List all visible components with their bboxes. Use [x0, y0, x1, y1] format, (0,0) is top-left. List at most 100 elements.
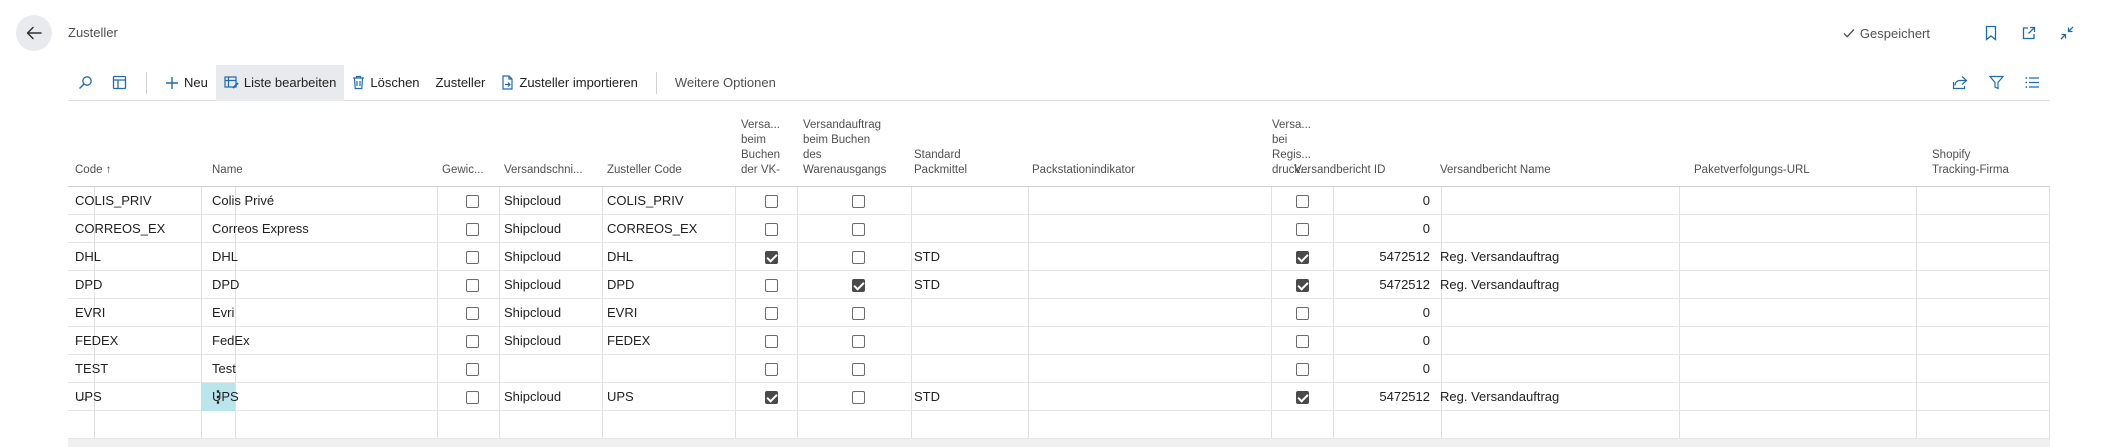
edit-list-button[interactable]: Liste bearbeiten	[215, 64, 345, 101]
weight-checkbox[interactable]	[466, 223, 479, 236]
report-name-cell[interactable]: Reg. Versandauftrag	[1440, 383, 1680, 411]
ship-order-warehouse-checkbox[interactable]	[852, 335, 865, 348]
column-header-code[interactable]: Code ↑	[75, 163, 205, 178]
name-cell[interactable]: Correos Express	[212, 215, 382, 243]
shipping-interface-cell[interactable]: Shipcloud	[504, 299, 602, 327]
report-name-cell[interactable]	[1440, 299, 1680, 327]
code-cell[interactable]: COLIS_PRIV	[75, 187, 205, 215]
report-name-cell[interactable]: Reg. Versandauftrag	[1440, 271, 1680, 299]
carrier-code-cell[interactable]: UPS	[607, 383, 727, 411]
list-view-button[interactable]	[2014, 65, 2050, 101]
carrier-code-cell[interactable]	[607, 355, 727, 383]
name-cell[interactable]: Test	[212, 355, 382, 383]
weight-checkbox[interactable]	[466, 279, 479, 292]
column-header-standard-packaging[interactable]: Standard Packmittel	[914, 148, 1024, 178]
carrier-code-cell[interactable]: CORREOS_EX	[607, 215, 727, 243]
standard-packaging-cell[interactable]	[914, 355, 1024, 383]
shipping-interface-cell[interactable]: Shipcloud	[504, 383, 602, 411]
column-header-ship-order-warehouse[interactable]: Versandauftrag beim Buchen des Warenausgang…	[803, 118, 908, 178]
collapse-button[interactable]	[2056, 22, 2078, 44]
carrier-code-cell[interactable]: FEDEX	[607, 327, 727, 355]
open-new-window-button[interactable]	[2018, 22, 2040, 44]
bookmark-button[interactable]	[1980, 22, 2002, 44]
report-id-cell[interactable]: 0	[1294, 327, 1430, 355]
column-header-report-name[interactable]: Versandbericht Name	[1440, 163, 1680, 178]
carrier-code-cell[interactable]: EVRI	[607, 299, 727, 327]
standard-packaging-cell[interactable]	[914, 187, 1024, 215]
show-factbox-button[interactable]	[102, 65, 136, 101]
code-cell[interactable]: CORREOS_EX	[75, 215, 205, 243]
table-row[interactable]: COLIS_PRIV Colis Privé Shipcloud COLIS_PRIV…	[68, 187, 2050, 215]
column-header-shopify-tracking-company[interactable]: Shopify Tracking-Firma	[1932, 148, 2050, 178]
report-id-cell[interactable]: 0	[1294, 187, 1430, 215]
ship-order-sales-checkbox[interactable]	[765, 279, 778, 292]
shipping-interface-cell[interactable]: Shipcloud	[504, 327, 602, 355]
weight-checkbox[interactable]	[466, 251, 479, 264]
report-id-cell[interactable]: 0	[1294, 215, 1430, 243]
weight-checkbox[interactable]	[466, 391, 479, 404]
carrier-code-cell[interactable]: DHL	[607, 243, 727, 271]
carrier-menu-button[interactable]: Zusteller	[428, 65, 494, 101]
empty-new-row[interactable]	[68, 411, 2050, 439]
code-cell[interactable]: DHL	[75, 243, 205, 271]
ship-order-sales-checkbox[interactable]	[765, 307, 778, 320]
report-id-cell[interactable]: 5472512	[1294, 271, 1430, 299]
import-carrier-button[interactable]: Zusteller importieren	[493, 65, 646, 101]
shipping-interface-cell[interactable]: Shipcloud	[504, 243, 602, 271]
ship-order-warehouse-checkbox[interactable]	[852, 363, 865, 376]
standard-packaging-cell[interactable]: STD	[914, 243, 1024, 271]
column-header-report-id[interactable]: Versandbericht ID	[1294, 163, 1394, 178]
name-cell[interactable]: Evri	[212, 299, 382, 327]
code-cell[interactable]: EVRI	[75, 299, 205, 327]
code-cell[interactable]: DPD	[75, 271, 205, 299]
table-row[interactable]: TEST Test 0	[68, 355, 2050, 383]
table-row[interactable]: FEDEX FedEx Shipcloud FEDEX 0	[68, 327, 2050, 355]
weight-checkbox[interactable]	[466, 195, 479, 208]
search-button[interactable]	[68, 65, 102, 101]
report-id-cell[interactable]: 5472512	[1294, 243, 1430, 271]
ship-order-warehouse-checkbox[interactable]	[852, 279, 865, 292]
filter-button[interactable]	[1978, 65, 2014, 101]
column-header-shipping-interface[interactable]: Versandschni...	[504, 163, 602, 178]
code-cell[interactable]: FEDEX	[75, 327, 205, 355]
standard-packaging-cell[interactable]: STD	[914, 383, 1024, 411]
column-header-packstation-indicator[interactable]: Packstationindikator	[1032, 163, 1252, 178]
table-row[interactable]: DHL DHL Shipcloud DHL STD 5472512 Reg. Versand…	[68, 243, 2050, 271]
report-name-cell[interactable]	[1440, 355, 1680, 383]
report-id-cell[interactable]: 0	[1294, 355, 1430, 383]
shipping-interface-cell[interactable]: Shipcloud	[504, 187, 602, 215]
report-id-cell[interactable]: 5472512	[1294, 383, 1430, 411]
new-button[interactable]: Neu	[157, 65, 216, 101]
shipping-interface-cell[interactable]: Shipcloud	[504, 215, 602, 243]
column-header-weight[interactable]: Gewic...	[442, 163, 500, 178]
report-name-cell[interactable]	[1440, 215, 1680, 243]
back-button[interactable]	[16, 15, 52, 51]
ship-order-sales-checkbox[interactable]	[765, 391, 778, 404]
ship-order-sales-checkbox[interactable]	[765, 195, 778, 208]
column-header-tracking-url[interactable]: Paketverfolgungs-URL	[1694, 163, 1914, 178]
standard-packaging-cell[interactable]	[914, 215, 1024, 243]
name-cell[interactable]: DHL	[212, 243, 382, 271]
more-options-button[interactable]: Weitere Optionen	[667, 65, 784, 101]
delete-button[interactable]: Löschen	[344, 65, 427, 101]
weight-checkbox[interactable]	[466, 363, 479, 376]
ship-order-sales-checkbox[interactable]	[765, 251, 778, 264]
ship-order-warehouse-checkbox[interactable]	[852, 391, 865, 404]
table-row[interactable]: DPD DPD Shipcloud DPD STD 5472512 Reg. Versand…	[68, 271, 2050, 299]
weight-checkbox[interactable]	[466, 307, 479, 320]
ship-order-sales-checkbox[interactable]	[765, 363, 778, 376]
share-button[interactable]	[1942, 65, 1978, 101]
report-name-cell[interactable]	[1440, 187, 1680, 215]
ship-order-sales-checkbox[interactable]	[765, 223, 778, 236]
code-cell[interactable]: UPS	[75, 383, 205, 411]
carrier-code-cell[interactable]: COLIS_PRIV	[607, 187, 727, 215]
standard-packaging-cell[interactable]	[914, 327, 1024, 355]
ship-order-warehouse-checkbox[interactable]	[852, 307, 865, 320]
code-cell[interactable]: TEST	[75, 355, 205, 383]
ship-order-warehouse-checkbox[interactable]	[852, 195, 865, 208]
ship-order-warehouse-checkbox[interactable]	[852, 251, 865, 264]
column-header-ship-order-sales[interactable]: Versa... beim Buchen der VK-	[741, 118, 801, 178]
name-cell[interactable]: FedEx	[212, 327, 382, 355]
table-row[interactable]: CORREOS_EX Correos Express Shipcloud CORREO…	[68, 215, 2050, 243]
weight-checkbox[interactable]	[466, 335, 479, 348]
